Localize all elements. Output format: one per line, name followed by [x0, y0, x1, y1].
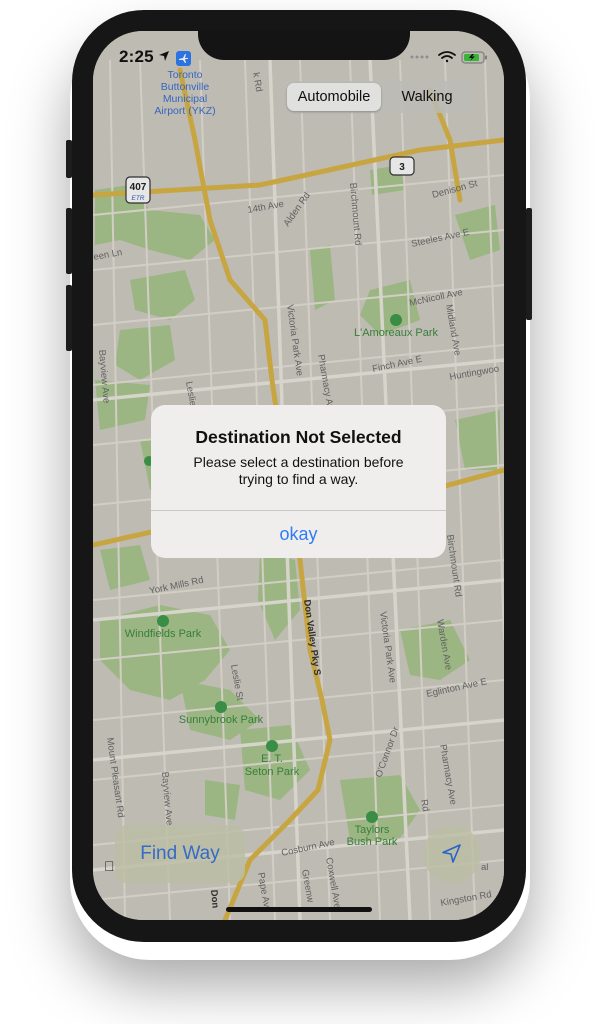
transport-mode-segmented-control: Automobile Walking	[285, 81, 475, 113]
shield-number: 407	[130, 182, 147, 193]
map-label: al	[481, 862, 488, 873]
map-label: Toronto	[167, 69, 202, 81]
notch	[198, 10, 410, 60]
alert-dialog: Destination Not Selected Please select a…	[151, 405, 446, 558]
map-label: Sunnybrook Park	[179, 714, 264, 726]
alert-message: Please select a destination before tryin…	[193, 454, 404, 487]
location-arrow-icon	[442, 844, 461, 863]
map-label: Bush Park	[347, 836, 398, 848]
locate-button[interactable]	[423, 825, 481, 883]
airport-app-icon	[176, 51, 191, 66]
map-label: Buttonville	[161, 81, 210, 93]
battery-icon	[461, 51, 487, 64]
shield-number: 3	[399, 162, 405, 173]
signal-icon	[410, 55, 429, 59]
shield-sub: ETR	[132, 195, 145, 202]
find-way-button[interactable]: Find Way	[115, 825, 245, 883]
highway-shield: 3	[389, 156, 415, 176]
map-label: Rd	[418, 799, 431, 813]
power-button	[526, 208, 532, 320]
map-label: L'Amoreaux Park	[354, 327, 439, 339]
wifi-icon	[438, 51, 456, 63]
map-label: Don	[208, 889, 221, 909]
location-services-icon	[159, 51, 169, 61]
status-indicators	[410, 51, 487, 64]
segment-automobile[interactable]: Automobile	[287, 83, 381, 111]
segment-walking[interactable]: Walking	[381, 83, 473, 111]
map-label: Airport (YKZ)	[154, 105, 215, 117]
apple-maps-logo: 	[104, 858, 115, 874]
map-label: Taylors	[355, 824, 390, 836]
map-label: E. T.	[261, 753, 283, 765]
highway-shield: 407 ETR	[125, 176, 151, 204]
map-label: Windfields Park	[125, 628, 202, 640]
map-label: Municipal	[163, 93, 207, 105]
status-time: 2:25	[119, 47, 154, 66]
home-indicator[interactable]	[226, 907, 372, 912]
alert-title: Destination Not Selected	[195, 427, 402, 447]
map-label: Seton Park	[245, 766, 300, 778]
alert-okay-button[interactable]: okay	[151, 511, 446, 558]
